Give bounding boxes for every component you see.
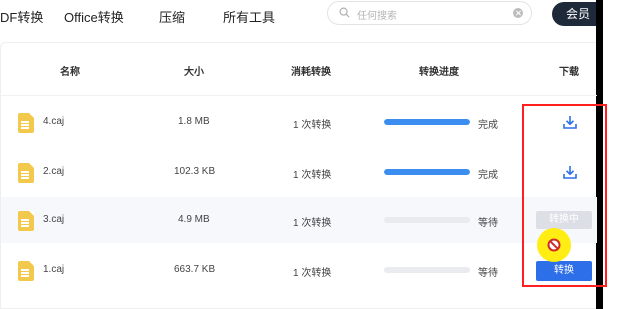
- file-icon: [18, 113, 34, 133]
- cursor-highlight: [537, 228, 571, 262]
- search-placeholder: 任何搜索: [357, 11, 397, 22]
- file-size: 1.8 MB: [178, 116, 210, 127]
- highlight-box: [522, 104, 607, 287]
- progress-fill: [384, 169, 470, 175]
- header-conversions: 消耗转换: [291, 67, 331, 78]
- status-text: 等待: [478, 268, 498, 279]
- header-name: 名称: [60, 67, 80, 78]
- header-download: 下载: [559, 67, 579, 78]
- progress-bar: [384, 267, 470, 273]
- progress-bar: [384, 119, 470, 125]
- file-list-panel: 名称 大小 消耗转换 转换进度 下载 4.caj 1.8 MB 1 次转换 完成…: [0, 42, 597, 309]
- member-button[interactable]: 会员: [552, 2, 602, 26]
- file-icon: [18, 211, 34, 231]
- not-allowed-cursor-icon: [547, 238, 561, 252]
- file-size: 4.9 MB: [178, 214, 210, 225]
- table-row: 2.caj 102.3 KB 1 次转换 完成: [1, 149, 597, 195]
- nav-compress[interactable]: 压缩: [159, 7, 185, 26]
- conversion-count: 1 次转换: [293, 120, 332, 131]
- nav-all-tools[interactable]: 所有工具: [223, 7, 275, 26]
- table-header: 名称 大小 消耗转换 转换进度 下载: [1, 63, 597, 83]
- nav-pdf-convert[interactable]: DF转换: [0, 7, 43, 26]
- file-size: 663.7 KB: [174, 264, 216, 275]
- file-size: 102.3 KB: [174, 166, 216, 177]
- conversion-count: 1 次转换: [293, 170, 332, 181]
- header-divider: [1, 95, 597, 96]
- conversion-count: 1 次转换: [293, 268, 332, 279]
- file-name: 2.caj: [43, 166, 65, 177]
- top-nav: DF转换 Office转换 压缩 所有工具 任何搜索 会员: [0, 0, 602, 34]
- status-text: 完成: [478, 170, 498, 181]
- header-size: 大小: [184, 67, 204, 78]
- status-text: 完成: [478, 120, 498, 131]
- clear-icon[interactable]: [513, 8, 523, 18]
- progress-fill: [384, 119, 470, 125]
- file-icon: [18, 163, 34, 183]
- file-name: 1.caj: [43, 264, 65, 275]
- table-row: 4.caj 1.8 MB 1 次转换 完成: [1, 99, 597, 145]
- search-input[interactable]: 任何搜索: [327, 1, 532, 25]
- table-row: 1.caj 663.7 KB 1 次转换 等待 转换: [1, 247, 597, 293]
- file-name: 4.caj: [43, 116, 65, 127]
- table-row: 3.caj 4.9 MB 1 次转换 等待 转换中: [1, 197, 597, 243]
- nav-office-convert[interactable]: Office转换: [64, 7, 124, 26]
- header-progress: 转换进度: [419, 67, 459, 78]
- progress-bar: [384, 169, 470, 175]
- conversion-count: 1 次转换: [293, 218, 332, 229]
- progress-bar: [384, 217, 470, 223]
- file-icon: [18, 261, 34, 281]
- file-name: 3.caj: [43, 214, 65, 225]
- search-icon: [339, 7, 350, 18]
- status-text: 等待: [478, 218, 498, 229]
